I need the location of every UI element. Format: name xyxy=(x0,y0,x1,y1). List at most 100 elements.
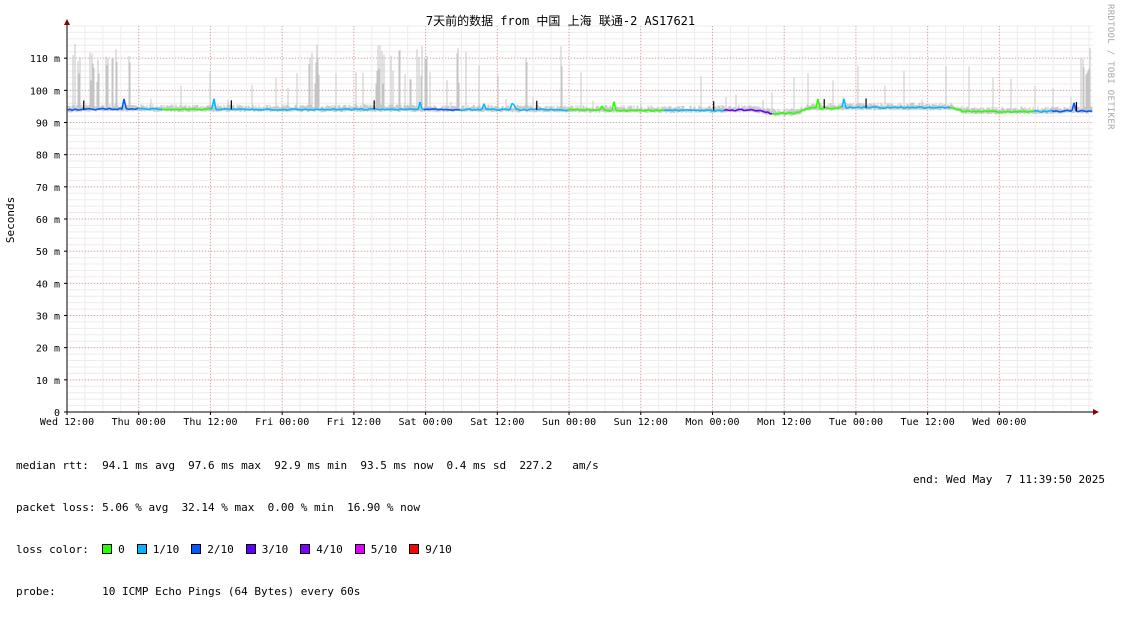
median-rtt-segment xyxy=(642,111,644,112)
median-rtt-segment xyxy=(282,109,284,110)
y-tick-label: 50 m xyxy=(36,247,60,258)
median-rtt-segment xyxy=(406,109,408,110)
median-rtt-segment xyxy=(436,109,438,110)
median-rtt-segment xyxy=(142,108,144,109)
x-tick-label: Thu 00:00 xyxy=(112,417,166,428)
x-tick-label: Sat 12:00 xyxy=(470,417,524,428)
median-rtt-segment xyxy=(1048,111,1050,112)
loss-color-item: 3/10 xyxy=(246,543,289,557)
median-rtt-segment xyxy=(348,109,350,110)
loss-color-item: 1/10 xyxy=(137,543,180,557)
median-rtt-segment xyxy=(106,109,108,110)
median-rtt-segment xyxy=(968,111,970,112)
median-rtt-segment xyxy=(782,113,784,114)
median-rtt-segment xyxy=(956,109,958,110)
median-rtt-segment xyxy=(136,108,138,109)
median-rtt-segment xyxy=(866,107,868,108)
median-rtt-segment xyxy=(910,107,912,108)
median-rtt-segment xyxy=(948,107,950,108)
x-tick-label: Wed 00:00 xyxy=(972,417,1026,428)
median-rtt-segment xyxy=(500,109,502,110)
median-rtt-segment xyxy=(644,110,646,111)
median-rtt-segment xyxy=(898,107,900,108)
median-rtt-segment xyxy=(822,108,824,109)
median-rtt-segment xyxy=(752,109,754,110)
median-rtt-segment xyxy=(656,110,658,111)
median-rtt-segment xyxy=(1006,111,1008,112)
loss-color-swatch xyxy=(191,544,201,554)
median-rtt-segment xyxy=(922,107,924,108)
loss-color-label-item: 9/10 xyxy=(425,543,452,556)
median-rtt-segment xyxy=(528,109,530,110)
median-rtt-segment xyxy=(876,107,878,108)
chart-plot-area: 010 m20 m30 m40 m50 m60 m70 m80 m90 m100… xyxy=(0,0,1121,494)
median-rtt-segment xyxy=(646,110,648,111)
loss-color-label-item: 5/10 xyxy=(371,543,398,556)
median-rtt-segment xyxy=(252,109,254,110)
median-rtt-segment xyxy=(804,109,806,110)
loss-color-label-item: 1/10 xyxy=(153,543,180,556)
median-rtt-segment xyxy=(554,109,556,110)
median-rtt-segment xyxy=(736,110,738,111)
median-rtt-segment xyxy=(1056,111,1058,112)
median-rtt-segment xyxy=(562,110,564,111)
loss-color-item: 0 xyxy=(102,543,125,557)
loss-color-label-item: 0 xyxy=(118,543,125,556)
median-rtt-segment xyxy=(192,109,194,110)
median-rtt-segment xyxy=(706,110,708,111)
median-rtt-segment xyxy=(524,109,526,110)
loss-color-item: 4/10 xyxy=(300,543,343,557)
median-rtt-segment xyxy=(1052,111,1054,112)
median-rtt-segment xyxy=(362,109,364,110)
median-rtt-segment xyxy=(666,110,668,111)
median-rtt-segment xyxy=(1060,111,1062,112)
median-rtt-segment xyxy=(838,107,840,108)
x-tick-label: Sun 00:00 xyxy=(542,417,596,428)
median-rtt-segment xyxy=(300,110,302,111)
median-rtt-segment xyxy=(1084,111,1086,112)
median-rtt-segment xyxy=(676,110,678,111)
median-rtt-segment xyxy=(256,109,258,110)
median-rtt-segment xyxy=(1004,112,1006,113)
y-axis-title: Seconds xyxy=(4,197,17,243)
loss-color-label-item: 2/10 xyxy=(207,543,234,556)
y-tick-label: 30 m xyxy=(36,312,60,323)
median-rtt-segment xyxy=(716,110,718,111)
x-tick-label: Tue 12:00 xyxy=(901,417,955,428)
median-rtt-segment xyxy=(946,107,948,108)
median-rtt-segment xyxy=(288,109,290,110)
median-rtt-segment xyxy=(660,110,662,111)
chart-title: 7天前的数据 from 中国 上海 联通-2 AS17621 xyxy=(0,12,1121,29)
median-rtt-segment xyxy=(178,109,180,110)
median-rtt-segment xyxy=(786,113,788,114)
median-rtt-segment xyxy=(392,109,394,110)
median-rtt-segment xyxy=(996,111,998,112)
median-rtt-segment xyxy=(1002,112,1004,113)
median-rtt-segment xyxy=(422,109,424,110)
median-rtt-segment xyxy=(1054,111,1056,112)
loss-color-label-item: 4/10 xyxy=(316,543,343,556)
loss-color-swatch xyxy=(409,544,419,554)
median-rtt-segment xyxy=(1068,110,1070,111)
median-rtt-segment xyxy=(730,110,732,111)
median-rtt-segment xyxy=(146,109,148,110)
median-rtt-segment xyxy=(906,107,908,108)
median-rtt-segment xyxy=(1088,111,1090,112)
median-rtt-segment xyxy=(624,110,626,111)
median-rtt-segment xyxy=(72,109,74,110)
median-rtt-segment xyxy=(174,109,176,110)
x-tick-label: Wed 12:00 xyxy=(40,417,94,428)
median-rtt-segment xyxy=(942,107,944,108)
loss-color-item: 2/10 xyxy=(191,543,234,557)
loss-color-swatches: 0 1/10 2/10 3/10 4/10 5/10 9/10 xyxy=(102,543,464,556)
median-rtt-segment xyxy=(808,108,810,109)
median-rtt-segment xyxy=(334,109,336,110)
median-rtt-segment xyxy=(650,110,652,111)
packet-loss-stats: packet loss: 5.06 % avg 32.14 % max 0.00… xyxy=(16,501,599,515)
y-tick-label: 100 m xyxy=(30,86,60,97)
median-rtt-segment xyxy=(150,109,152,110)
loss-color-item: 5/10 xyxy=(355,543,398,557)
median-rtt-segment xyxy=(322,109,324,110)
median-rtt-segment xyxy=(250,109,252,110)
median-rtt-segment xyxy=(672,110,674,111)
